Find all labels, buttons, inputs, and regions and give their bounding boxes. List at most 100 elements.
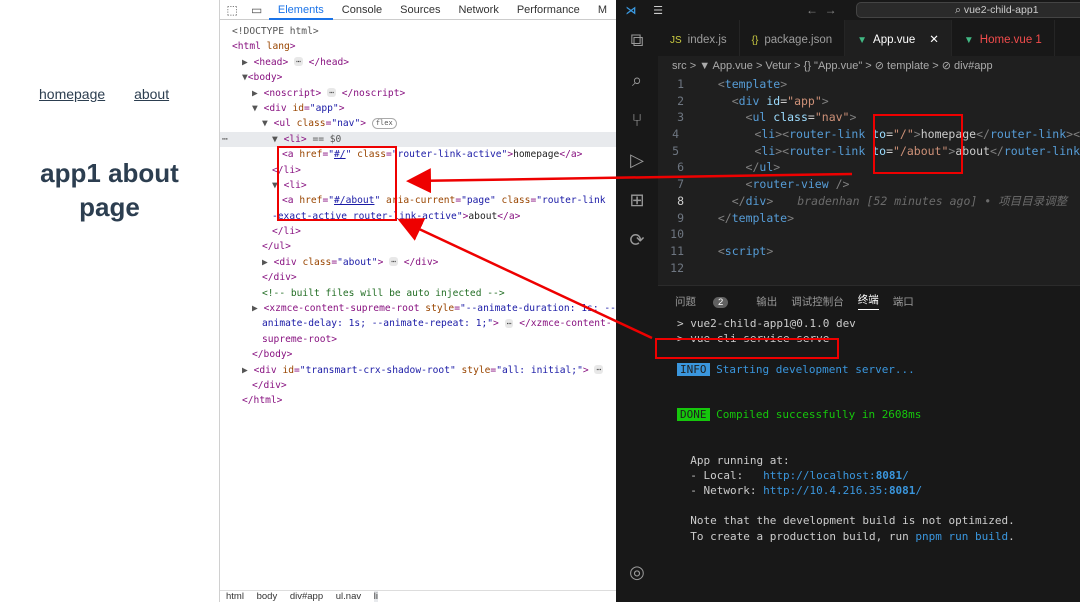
dom-tree: <!DOCTYPE html> <html lang> ▶ <head> ⋯ </h… — [220, 20, 616, 409]
code-line[interactable]: 4 <li><router-link to="/">homepage</rout… — [658, 126, 1080, 143]
code-line[interactable]: 7 <router-view /> — [658, 176, 1080, 193]
code-editor[interactable]: 1 <template> 2 <div id="app"> 3 <ul class=… — [658, 76, 1080, 280]
code-line[interactable]: 11 <script> — [658, 243, 1080, 260]
crumb-li[interactable]: li — [373, 591, 378, 602]
code-line[interactable]: 8 </div> bradenhan [52 minutes ago] • 项目目… — [658, 193, 1080, 210]
dom-line[interactable]: ⋯ ▼ <li> == $0 — [220, 131, 616, 148]
device-toolbar-icon[interactable]: ▭ — [244, 3, 268, 17]
devtools-tab-sources[interactable]: Sources — [391, 0, 449, 20]
dom-line[interactable]: </div> — [220, 270, 616, 285]
dom-line[interactable]: </li> — [220, 163, 616, 178]
code-line[interactable]: 12 — [658, 260, 1080, 277]
account-icon[interactable]: ◎ — [616, 552, 658, 592]
nav-arrows-icon[interactable]: ← → — [806, 3, 837, 17]
code-text: <router-view /> — [745, 177, 850, 192]
file-type-icon: {} — [751, 35, 759, 46]
dom-line[interactable]: ▶ <div id="transmart-crx-shadow-root" st… — [220, 363, 616, 378]
devtools-tab-console[interactable]: Console — [333, 0, 391, 20]
file-type-icon: JS — [670, 35, 682, 46]
terminal-line: > vue2-child-app1@0.1.0 dev — [677, 317, 856, 330]
editor-tab-label: package.json — [764, 34, 833, 46]
code-line[interactable]: 2 <div id="app"> — [658, 93, 1080, 110]
dom-line[interactable]: </body> — [220, 347, 616, 362]
nav-link-about[interactable]: about — [134, 86, 169, 102]
editor-tab[interactable]: ▼ Home.vue 1 — [952, 20, 1055, 56]
dom-line[interactable]: </div> — [220, 378, 616, 393]
terminal-output[interactable]: > vue2-child-app1@0.1.0 dev > vue-cli-ser… — [658, 316, 1080, 544]
command-center-search[interactable]: ⌕ vue2-child-app1 — [856, 2, 1080, 18]
dom-line[interactable]: -exact-active router-link-active">about<… — [220, 209, 616, 224]
dom-line[interactable]: ▼<body> — [220, 70, 616, 85]
panel-tab-problems[interactable]: 问题 2 — [675, 294, 742, 309]
dom-line[interactable]: ▶ <noscript> ⋯ </noscript> — [220, 86, 616, 101]
explorer-icon[interactable]: ⧉ — [616, 20, 658, 60]
menu-icon[interactable]: ☰ — [646, 4, 670, 17]
code-line[interactable]: 10 — [658, 226, 1080, 243]
terminal-line: DONE Compiled successfully in 2608ms — [677, 407, 1080, 422]
devtools-tab-network[interactable]: Network — [449, 0, 507, 20]
source-control-icon[interactable]: ⑂ — [616, 100, 658, 140]
file-type-icon: ▼ — [963, 35, 974, 46]
page-title: app1 about page — [0, 156, 219, 224]
panel-tab-terminal[interactable]: 终端 — [857, 292, 879, 310]
run-debug-icon[interactable]: ▷ — [616, 140, 658, 180]
line-number: 9 — [677, 210, 684, 225]
dom-line[interactable]: ▼ <li> — [220, 178, 616, 193]
dom-line[interactable]: supreme-root> — [220, 332, 616, 347]
code-text: <div id="app"> — [731, 93, 829, 108]
search-text: vue2-child-app1 — [963, 4, 1039, 16]
crumb-body[interactable]: body — [257, 591, 278, 602]
editor-tab[interactable]: {} package.json — [740, 20, 846, 56]
rendered-page: homepage about app1 about page — [0, 0, 219, 602]
crumb-html[interactable]: html — [226, 591, 244, 602]
editor-tab[interactable]: ▼ App.vue ✕ — [845, 20, 952, 56]
inspect-element-icon[interactable]: ⬚ — [220, 3, 244, 17]
dom-line[interactable]: </html> — [220, 393, 616, 408]
line-number: 7 — [677, 177, 684, 192]
dom-line[interactable]: <html lang> — [220, 39, 616, 54]
dom-line[interactable]: </li> — [220, 224, 616, 239]
editor-breadcrumb[interactable]: src > ▼ App.vue > Vetur > {} "App.vue" >… — [658, 56, 1080, 76]
terminal-line: INFO Starting development server... — [677, 362, 1080, 377]
crumb-div-app[interactable]: div#app — [290, 591, 323, 602]
dom-line[interactable]: ▶ <xzmce-content-supreme-root style="--a… — [220, 301, 616, 316]
dom-line[interactable]: ▶ <head> ⋯ </head> — [220, 55, 616, 70]
extensions-icon[interactable]: ⊞ — [616, 180, 658, 220]
dom-line[interactable]: ▼ <ul class="nav"> flex — [220, 116, 616, 131]
code-line[interactable]: 5 <li><router-link to="/about">about</ro… — [658, 143, 1080, 160]
editor-tab[interactable]: JS index.js — [658, 20, 740, 56]
page-title-line1: app1 about — [40, 158, 179, 188]
remote-icon[interactable]: ⟳ — [616, 220, 658, 260]
panel-tab-ports[interactable]: 端口 — [893, 294, 914, 309]
dom-line[interactable]: <!DOCTYPE html> — [220, 24, 616, 39]
close-tab-icon[interactable]: ✕ — [929, 34, 939, 46]
vscode-logo-icon: ⋊ — [625, 4, 637, 17]
dom-line[interactable]: <a href="#/about" aria-current="page" cl… — [220, 193, 616, 208]
dom-line[interactable]: <!-- built files will be auto injected -… — [220, 286, 616, 301]
terminal-line: > vue-cli-service serve — [677, 332, 830, 346]
panel-tab-debug-console[interactable]: 调试控制台 — [791, 294, 844, 309]
crumb-ul-nav[interactable]: ul.nav — [336, 591, 361, 602]
dom-line[interactable]: ▼ <div id="app"> — [220, 101, 616, 116]
code-line[interactable]: 6 </ul> — [658, 159, 1080, 176]
dom-line[interactable]: </ul> — [220, 239, 616, 254]
line-number: 4 — [672, 127, 680, 142]
devtools-tab-performance[interactable]: Performance — [508, 0, 589, 20]
panel-tab-output[interactable]: 输出 — [756, 294, 777, 309]
code-line[interactable]: 9 </template> — [658, 210, 1080, 227]
vscode-titlebar: ⋊ ☰ ← → ⌕ vue2-child-app1 — [616, 0, 1080, 20]
line-number: 8 — [677, 193, 684, 208]
dom-line[interactable]: <a href="#/" class="router-link-active">… — [220, 147, 616, 162]
search-icon[interactable]: ⌕ — [616, 60, 658, 100]
devtools-tab-elements[interactable]: Elements — [268, 0, 333, 20]
code-line[interactable]: 1 <template> — [658, 76, 1080, 93]
dom-line[interactable]: animate-delay: 1s; --animate-repeat: 1;"… — [220, 316, 616, 331]
code-line[interactable]: 3 <ul class="nav"> — [658, 109, 1080, 126]
devtools-tab-more[interactable]: M — [589, 0, 616, 20]
dom-line[interactable]: ▶ <div class="about"> ⋯ </div> — [220, 255, 616, 270]
nav-link-homepage[interactable]: homepage — [39, 86, 105, 102]
